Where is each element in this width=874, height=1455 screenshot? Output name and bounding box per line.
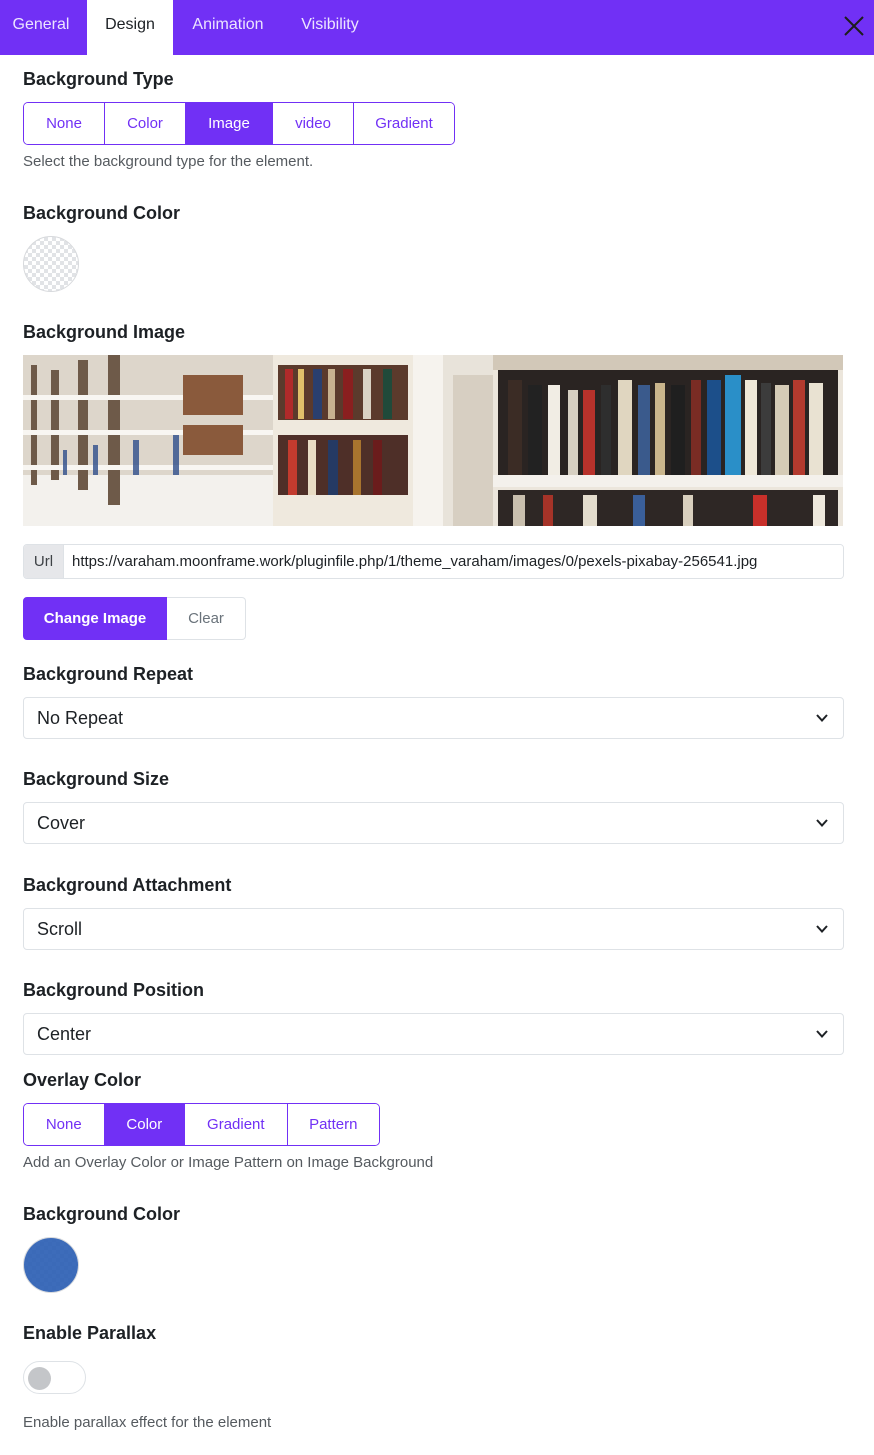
background-color-swatch[interactable] <box>23 236 79 292</box>
bg-type-gradient[interactable]: Gradient <box>354 103 454 144</box>
overlay-help: Add an Overlay Color or Image Pattern on… <box>23 1154 434 1171</box>
chevron-down-icon <box>816 925 828 933</box>
background-image-label: Background Image <box>23 322 186 342</box>
background-position-label: Background Position <box>23 980 205 1000</box>
background-repeat-select[interactable]: No Repeat <box>23 697 844 739</box>
chevron-down-icon <box>816 819 828 827</box>
tab-animation[interactable]: Animation <box>178 0 278 55</box>
background-attachment-select[interactable]: Scroll <box>23 908 844 950</box>
background-size-label: Background Size <box>23 769 170 789</box>
background-attachment-label: Background Attachment <box>23 875 232 895</box>
tab-visibility[interactable]: Visibility <box>285 0 375 55</box>
toggle-knob <box>28 1367 51 1390</box>
background-repeat-label: Background Repeat <box>23 664 194 684</box>
overlay-color[interactable]: Color <box>104 1104 186 1145</box>
overlay-type-selector: None Color Gradient Pattern <box>23 1103 380 1146</box>
enable-parallax-label: Enable Parallax <box>23 1323 157 1343</box>
tab-bar: General Design Animation Visibility <box>0 0 874 55</box>
bg-type-none[interactable]: None <box>24 103 105 144</box>
background-position-value: Center <box>37 1024 92 1044</box>
overlay-color-fill <box>24 1238 78 1292</box>
close-icon[interactable] <box>838 10 870 42</box>
tab-general[interactable]: General <box>0 0 82 55</box>
url-prefix: Url <box>24 545 64 578</box>
background-color-label: Background Color <box>23 203 181 223</box>
background-type-help: Select the background type for the eleme… <box>23 153 314 170</box>
background-type-label: Background Type <box>23 69 174 89</box>
tab-design[interactable]: Design <box>87 0 173 55</box>
chevron-down-icon <box>816 1030 828 1038</box>
overlay-pattern[interactable]: Pattern <box>287 1104 379 1145</box>
parallax-toggle[interactable] <box>23 1361 86 1394</box>
image-url-input[interactable] <box>64 545 843 578</box>
background-position-select[interactable]: Center <box>23 1013 844 1055</box>
background-image-preview <box>23 355 843 526</box>
change-image-button[interactable]: Change Image <box>23 597 167 640</box>
background-repeat-value: No Repeat <box>37 708 124 728</box>
overlay-color-swatch[interactable] <box>23 1237 79 1293</box>
parallax-help: Enable parallax effect for the element <box>23 1414 272 1431</box>
clear-image-button[interactable]: Clear <box>167 597 246 640</box>
background-type-selector: None Color Image video Gradient <box>23 102 455 145</box>
background-attachment-value: Scroll <box>37 919 83 939</box>
overlay-color-label: Overlay Color <box>23 1070 142 1090</box>
overlay-background-color-label: Background Color <box>23 1204 181 1224</box>
bg-type-video[interactable]: video <box>273 103 354 144</box>
image-button-group: Change Image Clear <box>23 597 246 640</box>
bg-type-color[interactable]: Color <box>105 103 186 144</box>
overlay-gradient[interactable]: Gradient <box>185 1104 288 1145</box>
bg-type-image[interactable]: Image <box>186 103 273 144</box>
overlay-none[interactable]: None <box>24 1104 105 1145</box>
image-url-field: Url <box>23 544 844 579</box>
background-size-select[interactable]: Cover <box>23 802 844 844</box>
chevron-down-icon <box>816 714 828 722</box>
background-size-value: Cover <box>37 813 86 833</box>
